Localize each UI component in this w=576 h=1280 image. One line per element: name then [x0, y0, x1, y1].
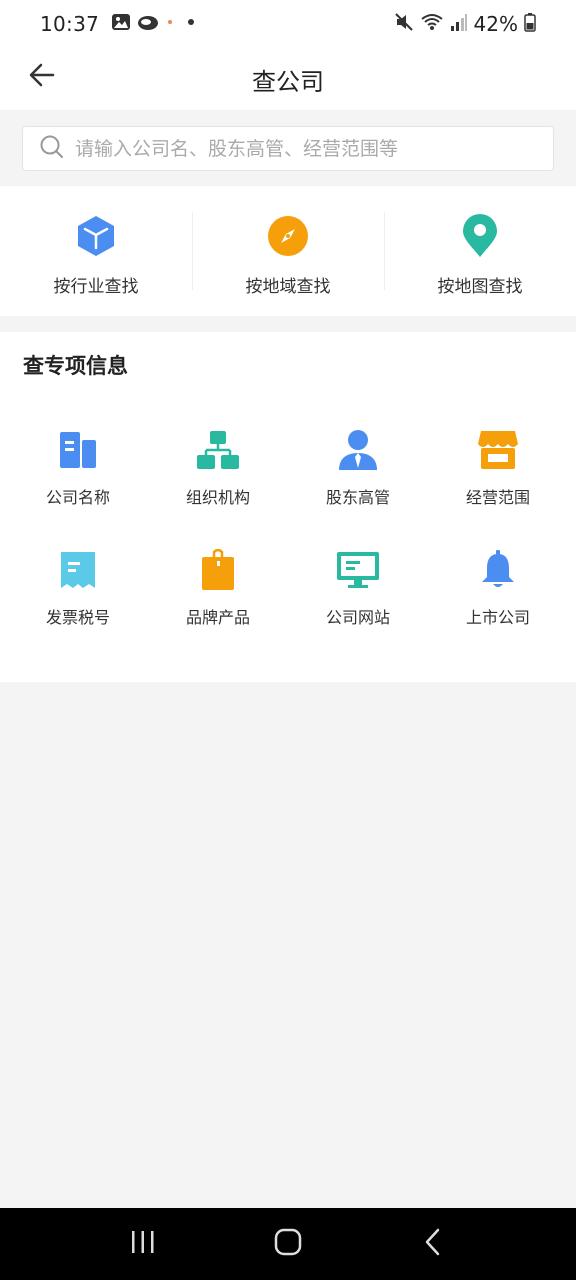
home-icon	[274, 1228, 302, 1260]
wifi-icon	[420, 12, 444, 37]
section-title: 查专项信息	[23, 354, 128, 378]
person-tie-icon	[336, 428, 380, 472]
search-box[interactable]	[22, 126, 554, 171]
image-icon	[111, 12, 131, 37]
grid-label: 经营范围	[465, 488, 530, 507]
quick-label: 按地域查找	[245, 277, 331, 297]
home-button[interactable]	[258, 1214, 318, 1274]
search-area	[0, 110, 576, 186]
building-icon	[56, 428, 100, 472]
search-input[interactable]	[75, 137, 535, 160]
grid-label: 股东高管	[325, 488, 390, 507]
page-title: 查公司	[252, 67, 324, 96]
map-pin-icon	[458, 214, 502, 258]
grid-item-invoice-tax[interactable]: 发票税号	[8, 548, 148, 628]
grid-label: 上市公司	[465, 608, 530, 627]
grid-label: 品牌产品	[185, 608, 250, 627]
grid-item-brand-products[interactable]: 品牌产品	[148, 548, 288, 628]
grid-label: 发票税号	[45, 608, 110, 627]
search-by-map[interactable]: 按地图查找	[384, 186, 576, 316]
search-icon	[39, 134, 65, 164]
status-left: 10:37	[40, 12, 201, 37]
store-icon	[476, 428, 520, 472]
bell-icon	[476, 548, 520, 592]
grid-item-shareholders[interactable]: 股东高管	[288, 428, 428, 508]
signal-icon	[450, 12, 468, 37]
compass-icon	[266, 214, 310, 258]
grid-item-listed-companies[interactable]: 上市公司	[428, 548, 568, 628]
quick-search-section: 按行业查找 按地域查找 按地图查找	[0, 186, 576, 316]
back-icon	[423, 1228, 443, 1260]
battery-icon	[524, 12, 536, 37]
cube-icon	[74, 214, 118, 258]
header: 查公司	[0, 48, 576, 110]
dot-icon	[165, 12, 175, 37]
arrow-left-icon	[27, 60, 57, 94]
status-bar: 10:37 42%	[0, 0, 576, 48]
special-info-section: 查专项信息 公司名称 组织机构 股东高管 经营范围 发票税号 品牌产品 公司网站…	[0, 332, 576, 682]
grid-item-organization[interactable]: 组织机构	[148, 428, 288, 508]
special-grid: 公司名称 组织机构 股东高管 经营范围 发票税号 品牌产品 公司网站 上市公司	[0, 428, 576, 628]
dot-icon	[181, 12, 201, 37]
status-notification-icons	[111, 12, 201, 37]
status-right: 42%	[394, 12, 536, 37]
battery-percent: 42%	[473, 12, 518, 36]
status-time: 10:37	[40, 12, 100, 36]
back-button[interactable]	[20, 55, 64, 99]
quick-label: 按行业查找	[53, 277, 139, 297]
quick-label: 按地图查找	[437, 277, 523, 297]
cloud-icon	[137, 12, 159, 37]
mute-icon	[394, 12, 414, 37]
search-by-region[interactable]: 按地域查找	[192, 186, 384, 316]
search-by-industry[interactable]: 按行业查找	[0, 186, 192, 316]
org-chart-icon	[196, 428, 240, 472]
grid-label: 公司名称	[45, 488, 110, 507]
receipt-icon	[56, 548, 100, 592]
grid-item-business-scope[interactable]: 经营范围	[428, 428, 568, 508]
grid-item-company-website[interactable]: 公司网站	[288, 548, 428, 628]
shopping-bag-icon	[196, 548, 240, 592]
grid-item-company-name[interactable]: 公司名称	[8, 428, 148, 508]
system-back-button[interactable]	[403, 1214, 463, 1274]
recent-apps-icon	[130, 1230, 156, 1258]
grid-label: 组织机构	[185, 488, 250, 507]
monitor-icon	[336, 548, 380, 592]
system-nav-bar	[0, 1208, 576, 1280]
recent-apps-button[interactable]	[113, 1214, 173, 1274]
grid-label: 公司网站	[325, 608, 390, 627]
